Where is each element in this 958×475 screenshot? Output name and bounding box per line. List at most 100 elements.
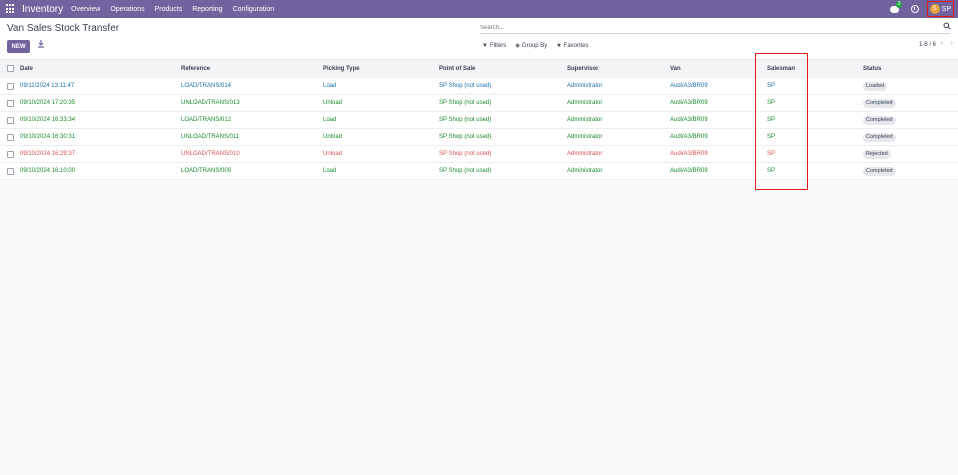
cell-reference: UNLOAD/TRANS/010 [181, 151, 240, 157]
cell-date: 09/10/2024 16:29:37 [20, 151, 76, 157]
cell-salesman: SP [767, 168, 776, 174]
row-checkbox[interactable] [7, 100, 14, 107]
menu-products[interactable]: Products [155, 6, 183, 13]
list-view-table: Date Reference Picking Type Point of Sal… [0, 60, 958, 180]
cell-reference: UNLOAD/TRANS/013 [181, 100, 240, 106]
cell-van: Audi/A3/BR09 [670, 100, 708, 106]
column-header-van[interactable]: Van [670, 60, 681, 77]
chat-count-badge: 2 [895, 0, 903, 8]
menu-overview[interactable]: Overview [71, 6, 100, 13]
status-cell: Completed [863, 95, 896, 111]
pager-value[interactable]: 1-6 / 6 [919, 42, 936, 48]
status-badge: Completed [863, 166, 896, 176]
menu-configuration[interactable]: Configuration [233, 6, 275, 13]
clock-icon[interactable] [910, 5, 919, 13]
row-checkbox[interactable] [7, 117, 14, 124]
cell-date: 09/10/2024 17:20:35 [20, 100, 76, 106]
menu-operations[interactable]: Operations [110, 6, 144, 13]
cell-picking-type: Load [323, 117, 337, 123]
status-badge: Loaded [863, 81, 888, 91]
column-header-date[interactable]: Date [20, 60, 33, 77]
user-initials: SP [941, 5, 951, 13]
column-header-reference[interactable]: Reference [181, 60, 210, 77]
top-navbar: Inventory Overview Operations Products R… [0, 0, 958, 18]
cell-supervisor: Administrator [567, 117, 603, 123]
apps-grid-icon[interactable] [6, 4, 16, 14]
cell-point-of-sale: SP Shop (not used) [439, 134, 492, 140]
table-row[interactable]: 09/10/2024 16:30:31 UNLOAD/TRANS/011 Unl… [0, 129, 958, 146]
chevron-right-icon[interactable]: › [951, 40, 953, 47]
favorites-label: Favorites [563, 42, 589, 49]
table-row[interactable]: 09/11/2024 13:11:47 LOAD/TRANS/014 Load … [0, 78, 958, 95]
cell-point-of-sale: SP Shop (not used) [439, 83, 492, 89]
download-icon[interactable] [37, 40, 45, 50]
cell-picking-type: Load [323, 168, 337, 174]
row-checkbox[interactable] [7, 168, 14, 175]
new-button[interactable]: NEW [7, 40, 30, 53]
cell-reference: LOAD/TRANS/012 [181, 117, 232, 123]
filters-label: Filters [489, 42, 507, 49]
cell-salesman: SP [767, 151, 776, 157]
cell-point-of-sale: SP Shop (not used) [439, 168, 492, 174]
filters-button[interactable]: ▼ Filters [482, 43, 506, 49]
group-by-label: Group By [521, 42, 548, 49]
favorites-button[interactable]: ★ Favorites [556, 42, 589, 50]
status-cell: Rejected [863, 146, 891, 162]
avatar: S [929, 4, 940, 14]
status-badge: Completed [863, 132, 896, 142]
star-icon: ★ [556, 43, 562, 49]
user-menu[interactable]: S SP [926, 1, 954, 17]
table-row[interactable]: 09/10/2024 17:20:35 UNLOAD/TRANS/013 Unl… [0, 95, 958, 112]
cell-date: 09/10/2024 16:10:00 [20, 168, 76, 174]
cell-van: Audi/A3/BR09 [670, 83, 708, 89]
column-header-point-of-sale[interactable]: Point of Sale [439, 60, 475, 77]
column-header-salesman[interactable]: Salesman [767, 60, 795, 77]
cell-picking-type: Unload [323, 151, 343, 157]
cell-salesman: SP [767, 117, 776, 123]
cell-picking-type: Unload [323, 134, 343, 140]
table-row[interactable]: 09/10/2024 16:10:00 LOAD/TRANS/009 Load … [0, 163, 958, 180]
status-cell: Completed [863, 129, 896, 145]
chevron-left-icon[interactable]: ‹ [941, 40, 943, 47]
cell-supervisor: Administrator [567, 83, 603, 89]
search-input[interactable] [480, 22, 950, 34]
control-panel: Van Sales Stock Transfer NEW ▼ Filters ◈… [0, 18, 958, 60]
cell-reference: LOAD/TRANS/014 [181, 83, 232, 89]
cell-date: 09/10/2024 16:33:34 [20, 117, 76, 123]
cell-reference: UNLOAD/TRANS/011 [181, 134, 240, 140]
cell-point-of-sale: SP Shop (not used) [439, 117, 492, 123]
cell-date: 09/11/2024 13:11:47 [20, 83, 75, 89]
cell-supervisor: Administrator [567, 134, 603, 140]
table-row[interactable]: 09/10/2024 16:33:34 LOAD/TRANS/012 Load … [0, 112, 958, 129]
cell-salesman: SP [767, 83, 776, 89]
cell-van: Audi/A3/BR09 [670, 168, 708, 174]
chat-icon[interactable]: 2 [889, 0, 903, 13]
cell-picking-type: Load [323, 83, 337, 89]
app-brand[interactable]: Inventory [22, 4, 63, 15]
cell-van: Audi/A3/BR09 [670, 134, 708, 140]
row-checkbox[interactable] [7, 134, 14, 141]
cell-point-of-sale: SP Shop (not used) [439, 151, 492, 157]
column-header-picking-type[interactable]: Picking Type [323, 60, 360, 77]
row-checkbox[interactable] [7, 151, 14, 158]
status-cell: Completed [863, 163, 896, 179]
column-header-supervisor[interactable]: Supervisor [567, 60, 598, 77]
cell-supervisor: Administrator [567, 100, 603, 106]
column-header-status[interactable]: Status [863, 60, 881, 77]
cell-supervisor: Administrator [567, 168, 603, 174]
status-badge: Completed [863, 115, 896, 125]
status-cell: Completed [863, 112, 896, 128]
cell-point-of-sale: SP Shop (not used) [439, 100, 492, 106]
layers-icon: ◈ [515, 43, 520, 49]
select-all-checkbox[interactable] [7, 65, 14, 72]
menu-reporting[interactable]: Reporting [192, 6, 222, 13]
table-row[interactable]: 09/10/2024 16:29:37 UNLOAD/TRANS/010 Unl… [0, 146, 958, 163]
page-title: Van Sales Stock Transfer [7, 23, 120, 34]
cell-supervisor: Administrator [567, 151, 603, 157]
search-options: ▼ Filters ◈ Group By ★ Favorites [482, 42, 597, 50]
row-checkbox[interactable] [7, 83, 14, 90]
status-badge: Rejected [863, 149, 891, 159]
group-by-button[interactable]: ◈ Group By [515, 42, 548, 50]
filter-icon: ▼ [482, 42, 488, 49]
search-icon[interactable] [943, 22, 951, 30]
